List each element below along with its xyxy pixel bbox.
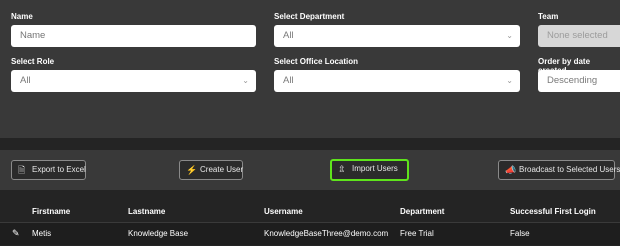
edit-cell[interactable]: ✎: [0, 221, 32, 245]
import-users-label: Import Users: [352, 164, 398, 173]
cell-username: KnowledgeBaseThree@demo.com: [264, 221, 400, 245]
create-user-label: Create User: [200, 165, 244, 174]
cell-department: Free Trial: [400, 221, 510, 245]
broadcast-label: Broadcast to Selected Users: [519, 165, 620, 174]
header-lastname[interactable]: Lastname: [128, 201, 264, 222]
name-input[interactable]: [11, 25, 256, 47]
header-username[interactable]: Username: [264, 201, 400, 222]
team-select[interactable]: None selected: [538, 25, 620, 47]
department-value: All: [283, 30, 294, 41]
office-label: Select Office Location: [274, 57, 359, 66]
document-icon: 🗎: [18, 165, 26, 175]
role-value: All: [20, 75, 31, 86]
cell-first-login: False: [510, 221, 620, 245]
export-excel-label: Export to Excel: [32, 165, 86, 174]
department-label: Select Department: [274, 12, 345, 21]
cell-lastname: Knowledge Base: [128, 221, 264, 245]
table-row[interactable]: ✎ Metis Knowledge Base KnowledgeBaseThre…: [0, 221, 620, 245]
users-table: Firstname Lastname Username Department S…: [0, 201, 620, 245]
export-excel-button[interactable]: 🗎 Export to Excel: [11, 160, 86, 180]
cell-firstname: Metis: [32, 221, 128, 245]
department-select[interactable]: All ⌄: [274, 25, 520, 47]
role-select[interactable]: All ⌄: [11, 70, 256, 92]
team-label: Team: [538, 12, 559, 21]
team-value: None selected: [547, 30, 608, 41]
bolt-icon: ⚡: [186, 165, 198, 175]
create-user-button[interactable]: ⚡ Create User: [179, 160, 243, 180]
header-department[interactable]: Department: [400, 201, 510, 222]
header-spacer: [0, 201, 32, 222]
order-select[interactable]: Descending: [538, 70, 620, 92]
import-users-button[interactable]: ⇫ Import Users: [330, 159, 409, 181]
office-select[interactable]: All ⌄: [274, 70, 520, 92]
action-toolbar: 🗎 Export to Excel ⚡ Create User ⇫ Import…: [0, 150, 620, 190]
filter-panel: Name Select Department All ⌄ Team None s…: [0, 0, 620, 138]
name-label: Name: [11, 12, 33, 21]
edit-icon[interactable]: ✎: [12, 228, 20, 239]
megaphone-icon: 📣: [505, 165, 517, 175]
chevron-down-icon: ⌄: [506, 76, 513, 85]
header-first-login[interactable]: Successful First Login: [510, 201, 620, 222]
broadcast-button[interactable]: 📣 Broadcast to Selected Users: [498, 160, 620, 180]
table-header-row: Firstname Lastname Username Department S…: [0, 201, 620, 222]
chevron-down-icon: ⌄: [242, 76, 249, 85]
chevron-down-icon: ⌄: [506, 31, 513, 40]
role-label: Select Role: [11, 57, 55, 66]
header-firstname[interactable]: Firstname: [32, 201, 128, 222]
order-value: Descending: [547, 75, 598, 86]
office-value: All: [283, 75, 294, 86]
upload-icon: ⇫: [338, 164, 346, 174]
